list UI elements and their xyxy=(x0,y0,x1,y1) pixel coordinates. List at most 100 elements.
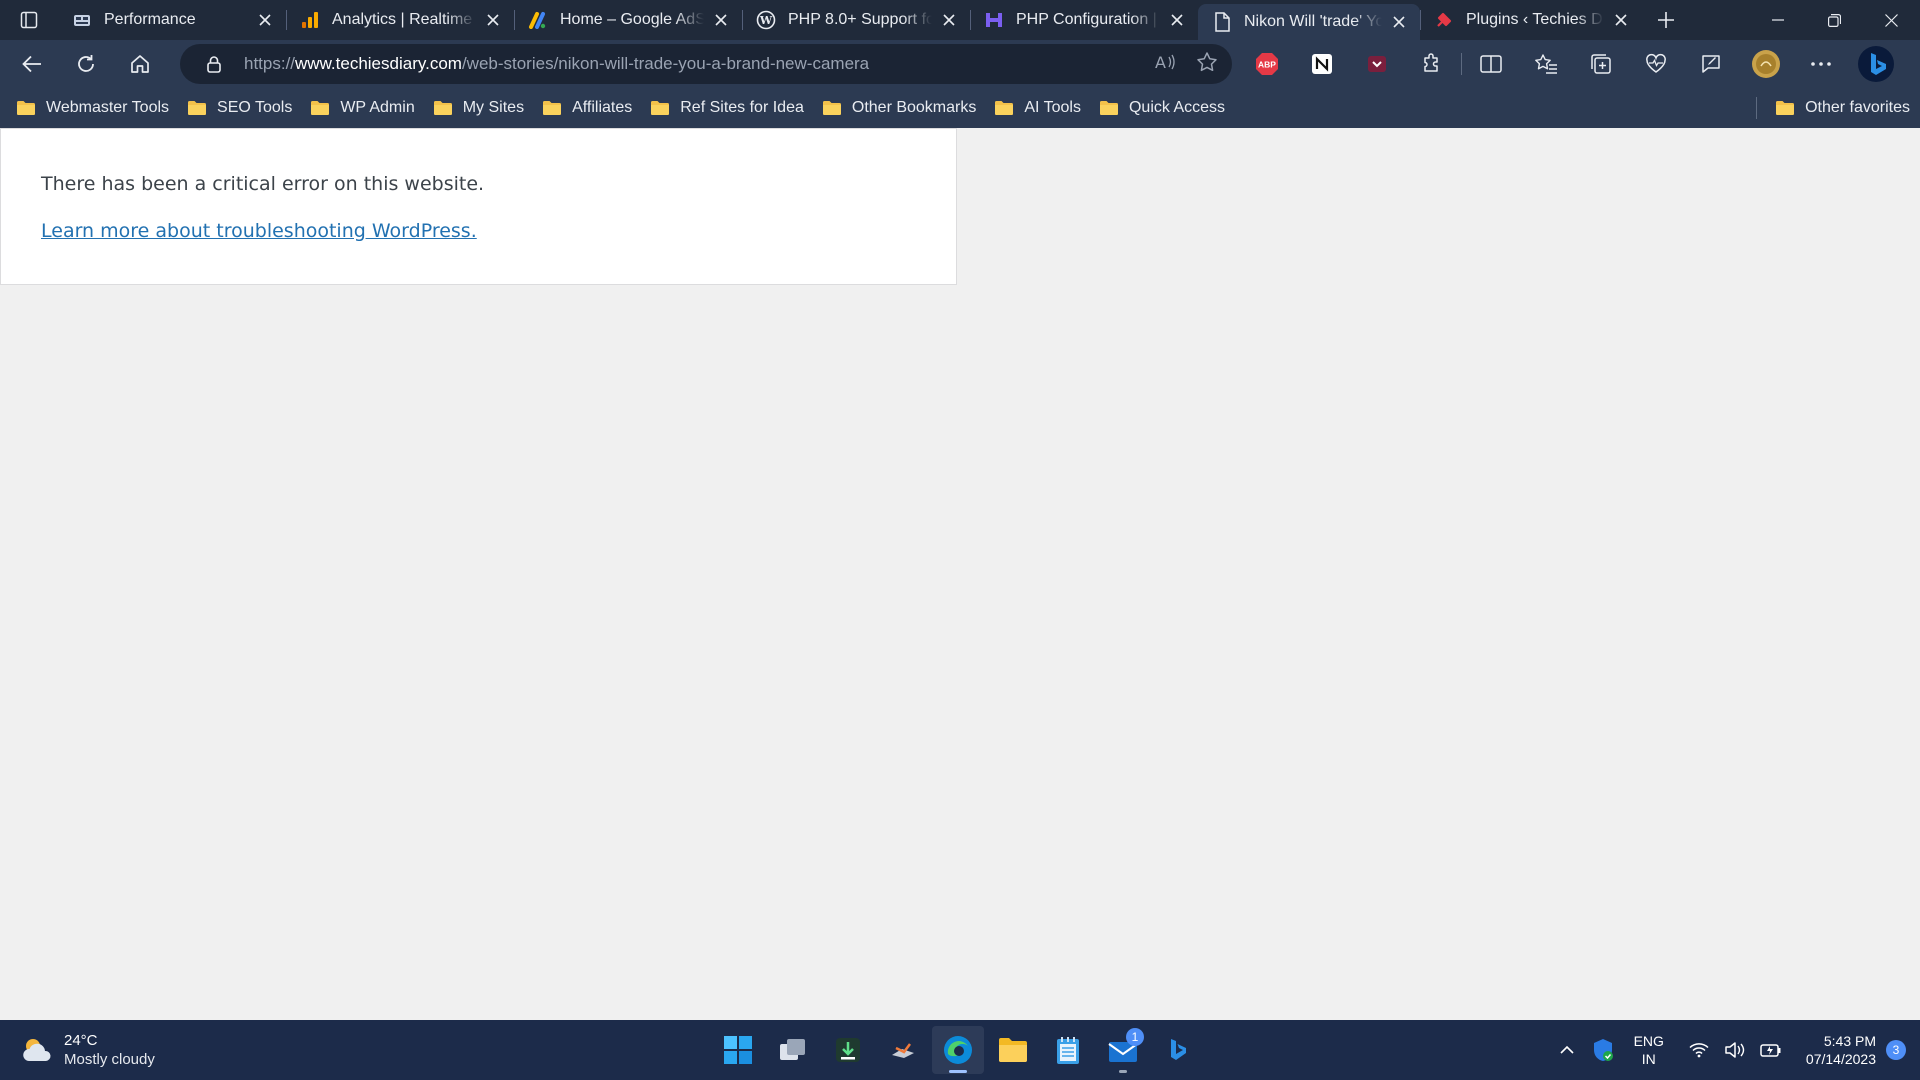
windows-security-tray[interactable] xyxy=(1588,1030,1618,1070)
close-tab-icon[interactable] xyxy=(254,9,276,31)
notion-icon xyxy=(1312,54,1332,74)
battery-tray[interactable] xyxy=(1756,1030,1786,1070)
task-view-button[interactable] xyxy=(767,1026,819,1074)
home-button[interactable] xyxy=(117,44,163,84)
bing-copilot-button[interactable] xyxy=(1853,44,1899,84)
tab-nikon-active[interactable]: Nikon Will 'trade' You xyxy=(1198,4,1420,40)
bookmark-other-favorites[interactable]: Other favorites xyxy=(1767,92,1920,124)
close-tab-icon[interactable] xyxy=(710,9,732,31)
keyboard-region: IN xyxy=(1641,1051,1656,1067)
folder-icon xyxy=(651,101,670,115)
tab-title: Plugins ‹ Techies Diary xyxy=(1466,11,1604,28)
taskbar-app-bing[interactable] xyxy=(1152,1026,1204,1074)
new-tab-button[interactable] xyxy=(1646,0,1686,40)
refresh-button[interactable] xyxy=(63,44,109,84)
bookmark-folder-quick-access[interactable]: Quick Access xyxy=(1091,92,1235,124)
close-window-button[interactable] xyxy=(1863,0,1920,40)
clock[interactable]: 5:43 PM 07/14/2023 xyxy=(1806,1032,1876,1068)
bookmark-folder-ai-tools[interactable]: AI Tools xyxy=(986,92,1091,124)
tab-title: Home – Google AdSense xyxy=(560,11,704,28)
close-tab-icon[interactable] xyxy=(1388,11,1410,33)
folder-icon xyxy=(311,101,330,115)
page-viewport: There has been a critical error on this … xyxy=(0,128,1920,1020)
cloudy-weather-icon xyxy=(23,1039,51,1061)
tab-adsense[interactable]: Home – Google AdSense xyxy=(514,0,742,40)
notion-extension[interactable] xyxy=(1299,44,1345,84)
svg-text:ABP: ABP xyxy=(1258,60,1276,70)
plus-icon xyxy=(1658,12,1674,28)
tab-performance[interactable]: Performance xyxy=(58,0,286,40)
speaker-icon xyxy=(1725,1042,1745,1058)
close-tab-icon[interactable] xyxy=(938,9,960,31)
favorite-star-icon[interactable] xyxy=(1196,51,1218,78)
bookmark-folder-webmaster-tools[interactable]: Webmaster Tools xyxy=(8,92,179,124)
clock-time: 5:43 PM xyxy=(1823,1033,1876,1049)
weather-widget[interactable]: 24°C Mostly cloudy xyxy=(20,1028,155,1072)
taskbar-app-edge[interactable] xyxy=(932,1026,984,1074)
address-bar[interactable]: https://www.techiesdiary.com/web-stories… xyxy=(180,44,1232,84)
active-app-indicator xyxy=(949,1070,967,1073)
adblock-plus-extension[interactable]: ABP xyxy=(1244,44,1290,84)
bookmark-folder-ref-sites-for-idea[interactable]: Ref Sites for Idea xyxy=(642,92,814,124)
bookmark-label: Ref Sites for Idea xyxy=(680,99,804,116)
shield-icon xyxy=(1593,1039,1613,1061)
pocket-icon xyxy=(1368,56,1386,72)
restore-icon xyxy=(1828,13,1841,27)
running-app-indicator xyxy=(1119,1070,1127,1073)
notification-count-badge[interactable]: 3 xyxy=(1886,1040,1906,1060)
lock-icon[interactable] xyxy=(202,55,226,73)
taskbar-app-mail[interactable]: 1 xyxy=(1097,1026,1149,1074)
tab-plugins[interactable]: Plugins ‹ Techies Diary xyxy=(1420,0,1642,40)
restore-button[interactable] xyxy=(1806,0,1863,40)
taskbar-app-download-manager[interactable] xyxy=(822,1026,874,1074)
bookmark-folder-seo-tools[interactable]: SEO Tools xyxy=(179,92,302,124)
wp-error-box: There has been a critical error on this … xyxy=(0,128,957,285)
bookmark-label: Quick Access xyxy=(1128,99,1226,116)
bookmark-folder-other-bookmarks[interactable]: Other Bookmarks xyxy=(814,92,986,124)
language-indicator[interactable]: ENG IN xyxy=(1634,1032,1664,1068)
start-button[interactable] xyxy=(712,1026,764,1074)
profile-button[interactable] xyxy=(1743,44,1789,84)
plugin-icon xyxy=(1434,10,1454,30)
split-screen-button[interactable] xyxy=(1468,44,1514,84)
svg-text:W: W xyxy=(759,14,773,27)
extensions-button[interactable] xyxy=(1409,44,1455,84)
collections-button[interactable] xyxy=(1578,44,1624,84)
tab-title: Nikon Will 'trade' You xyxy=(1244,13,1382,30)
adblock-plus-icon: ABP xyxy=(1256,53,1278,75)
favorites-button[interactable] xyxy=(1523,44,1569,84)
taskbar-app-snipping[interactable] xyxy=(877,1026,929,1074)
tab-title: Performance xyxy=(104,11,196,28)
tab-actions-button[interactable] xyxy=(0,0,58,40)
pocket-extension[interactable] xyxy=(1354,44,1400,84)
read-aloud-icon[interactable]: A xyxy=(1154,53,1176,76)
folder-icon xyxy=(17,101,35,115)
back-button[interactable] xyxy=(9,44,55,84)
taskbar-app-file-explorer[interactable] xyxy=(987,1026,1039,1074)
bookmark-folder-wp-admin[interactable]: WP Admin xyxy=(302,92,424,124)
bookmark-folder-affiliates[interactable]: Affiliates xyxy=(534,92,642,124)
minimize-button[interactable] xyxy=(1749,0,1806,40)
close-tab-icon[interactable] xyxy=(1166,9,1188,31)
refresh-icon xyxy=(78,55,94,72)
close-tab-icon[interactable] xyxy=(1610,9,1632,31)
taskbar-app-notepad[interactable] xyxy=(1042,1026,1094,1074)
show-hidden-icons-button[interactable] xyxy=(1552,1030,1582,1070)
url-host: www.techiesdiary.com xyxy=(295,54,462,73)
feedback-button[interactable] xyxy=(1688,44,1734,84)
troubleshooting-link[interactable]: Learn more about troubleshooting WordPre… xyxy=(41,220,477,242)
bookmark-label: My Sites xyxy=(462,99,525,116)
bookmark-label: Other Bookmarks xyxy=(851,99,977,116)
url-text[interactable]: https://www.techiesdiary.com/web-stories… xyxy=(244,54,869,74)
network-tray[interactable] xyxy=(1684,1030,1714,1070)
browser-essentials-button[interactable] xyxy=(1633,44,1679,84)
tab-php-configuration[interactable]: PHP Configuration | H xyxy=(970,0,1198,40)
settings-more-button[interactable] xyxy=(1798,44,1844,84)
tab-analytics[interactable]: Analytics | Realtime overview xyxy=(286,0,514,40)
windows-taskbar: 24°C Mostly cloudy 1 ENG IN 5:43 PM 07/1… xyxy=(0,1020,1920,1080)
bookmark-folder-my-sites[interactable]: My Sites xyxy=(425,92,534,124)
volume-tray[interactable] xyxy=(1720,1030,1750,1070)
close-tab-icon[interactable] xyxy=(482,9,504,31)
svg-text:A: A xyxy=(1155,53,1166,71)
tab-php-support[interactable]: W PHP 8.0+ Support for xyxy=(742,0,970,40)
